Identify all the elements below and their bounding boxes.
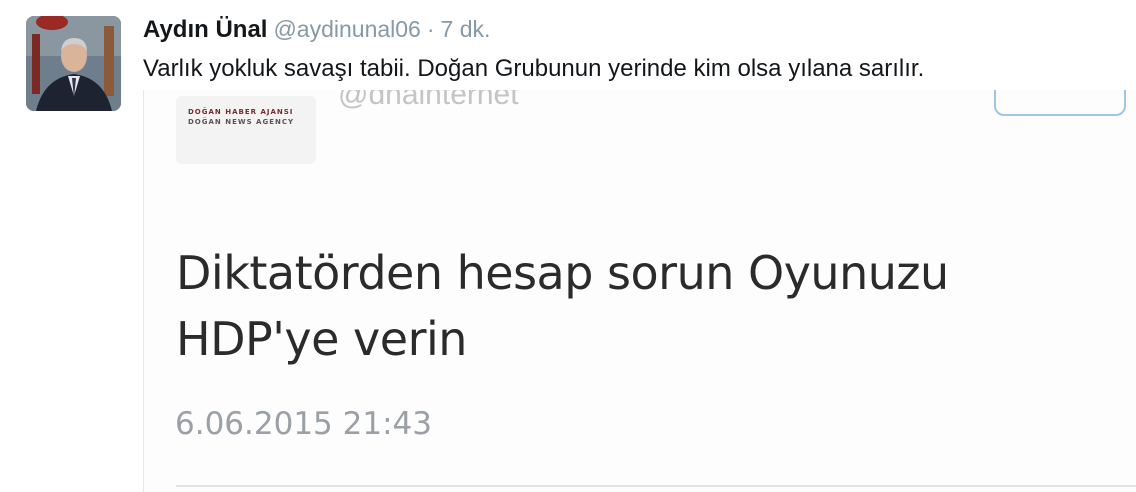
embedded-text-line-1: Diktatörden hesap sorun Oyunuzu (176, 246, 949, 300)
tweet-text: Varlık yokluk savaşı tabii. Doğan Grubun… (143, 55, 925, 82)
embedded-date: 6.06.2015 21:43 (175, 406, 432, 442)
logo-line-1: DOĞAN HABER AJANSI (188, 108, 294, 116)
author-name[interactable]: Aydın Ünal (143, 16, 267, 43)
dha-logo: DOĞAN HABER AJANSI DOĞAN NEWS AGENCY (176, 96, 316, 164)
embedded-text-line-2: HDP'ye verin (176, 312, 467, 366)
tweet-header: Aydın Ünal @aydinunal06 · 7 dk. (143, 14, 490, 45)
author-handle[interactable]: @aydinunal06 (273, 16, 420, 42)
embedded-screenshot[interactable]: DOĞAN HABER AJANSI DOĞAN NEWS AGENCY @dh… (143, 90, 1136, 492)
follow-button (994, 90, 1126, 116)
embedded-tweet-text: Diktatörden hesap sorun Oyunuzu HDP'ye v… (176, 240, 1076, 372)
divider (176, 485, 1136, 487)
logo-line-2: DOĞAN NEWS AGENCY (188, 118, 295, 126)
avatar[interactable] (26, 16, 121, 111)
tweet[interactable]: Aydın Ünal @aydinunal06 · 7 dk. Varlık yokl… (0, 0, 1136, 492)
embedded-handle: @dhainternet (338, 90, 519, 111)
separator-dot: · (426, 16, 435, 42)
tweet-timestamp[interactable]: 7 dk. (441, 16, 491, 42)
